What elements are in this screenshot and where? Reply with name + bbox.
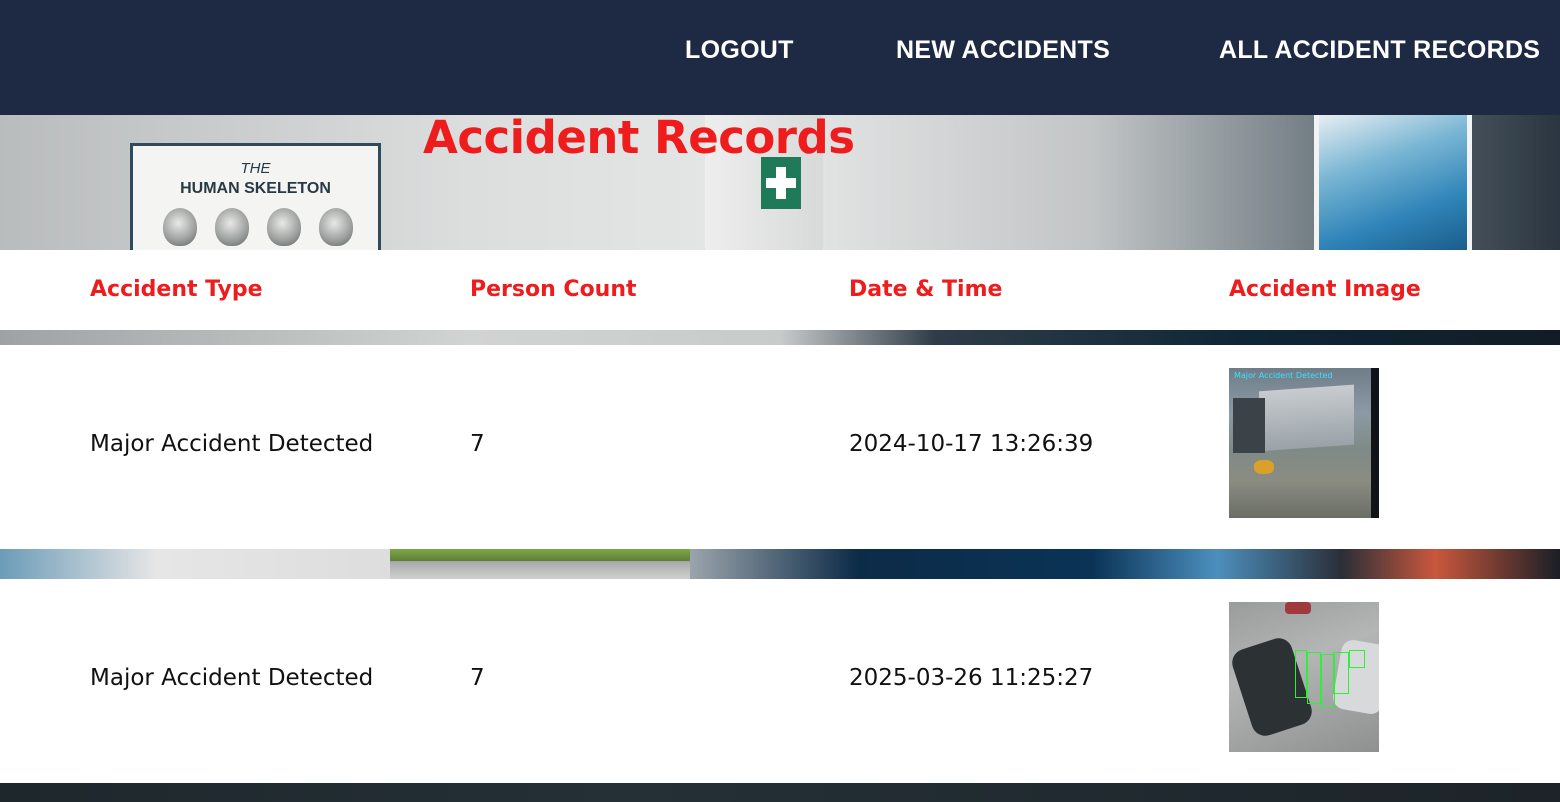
image-frame-edge <box>1371 368 1379 518</box>
table-header-row: Accident Type Person Count Date & Time A… <box>0 250 1560 330</box>
nav-logout-link[interactable]: LOGOUT <box>685 36 794 65</box>
table-row: Major Accident Detected 7 2024-10-17 13:… <box>0 345 1560 549</box>
accident-image-thumbnail[interactable]: Major Accident Detected <box>1229 368 1379 518</box>
thumbnail-detection-label: Major Accident Detected <box>1234 371 1333 380</box>
nav-all-accident-records-link[interactable]: ALL ACCIDENT RECORDS <box>1219 36 1540 65</box>
background-strip <box>0 330 1560 345</box>
poster-title-line1: THE <box>240 160 271 177</box>
cell-person-count: 7 <box>470 665 485 691</box>
page-title: Accident Records <box>423 111 855 164</box>
cell-date-time: 2024-10-17 13:26:39 <box>849 431 1094 457</box>
header-date-time: Date & Time <box>849 277 1003 302</box>
first-aid-sign-icon <box>761 157 801 209</box>
header-person-count: Person Count <box>470 277 637 302</box>
cell-accident-type: Major Accident Detected <box>90 665 374 691</box>
skull-illustration <box>319 208 353 246</box>
plant-pot <box>390 549 690 579</box>
footer-strip <box>0 783 1560 802</box>
skull-illustration <box>163 208 197 246</box>
header-accident-type: Accident Type <box>90 277 263 302</box>
person-shape <box>1254 460 1274 474</box>
poster-skulls <box>163 208 353 248</box>
header-accident-image: Accident Image <box>1229 277 1421 302</box>
detection-box <box>1333 652 1349 694</box>
cell-person-count: 7 <box>470 431 485 457</box>
detection-box <box>1307 652 1321 704</box>
truck-shape <box>1259 384 1354 452</box>
detection-box <box>1295 650 1307 698</box>
cell-date-time: 2025-03-26 11:25:27 <box>849 665 1094 691</box>
top-navbar: LOGOUT NEW ACCIDENTS ALL ACCIDENT RECORD… <box>0 0 1560 115</box>
skull-illustration <box>267 208 301 246</box>
accident-image-thumbnail[interactable] <box>1229 602 1379 752</box>
cell-accident-type: Major Accident Detected <box>90 431 374 457</box>
stethoscope-picture <box>1314 115 1472 255</box>
skull-illustration <box>215 208 249 246</box>
detection-box <box>1349 650 1365 668</box>
poster-title-line2: HUMAN SKELETON <box>180 180 331 197</box>
car-shape <box>1285 602 1311 614</box>
truck-cab-shape <box>1233 398 1265 453</box>
table-row: Major Accident Detected 7 2025-03-26 11:… <box>0 579 1560 783</box>
nav-new-accidents-link[interactable]: NEW ACCIDENTS <box>896 36 1110 65</box>
background-strip <box>0 549 1560 579</box>
